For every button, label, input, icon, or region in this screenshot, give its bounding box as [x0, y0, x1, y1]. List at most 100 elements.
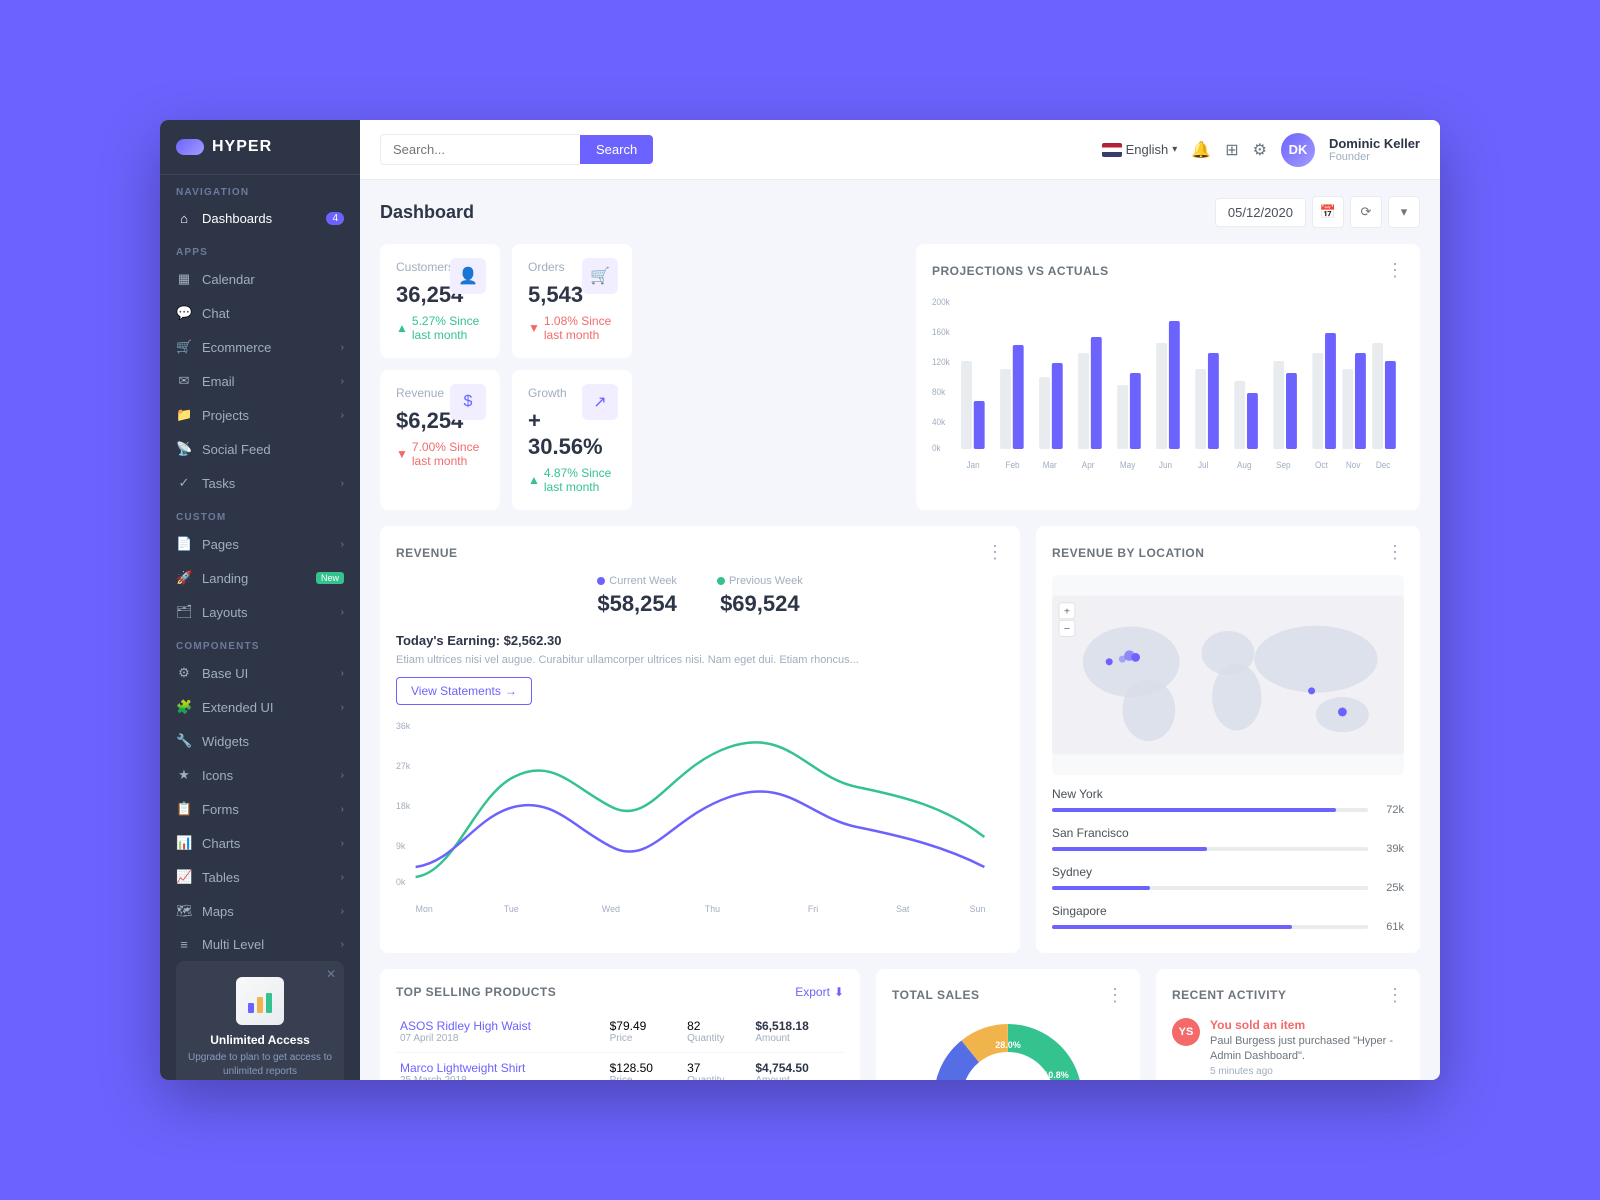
product-date: 25 March 2018 — [400, 1075, 602, 1081]
revenue-card: REVENUE ⋮ Current Week $58,254 — [380, 526, 1020, 953]
revenue-by-location-card: REVENUE BY LOCATION ⋮ — [1036, 526, 1420, 953]
sidebar-item-forms[interactable]: 📋 Forms › — [160, 792, 360, 826]
sidebar-logo: HYPER — [160, 120, 360, 175]
location-bar-bg — [1052, 886, 1368, 890]
current-week: Current Week $58,254 — [597, 575, 677, 617]
donut-chart: 28.0% 26.1% 35.0% 10.8% — [892, 1018, 1124, 1081]
chevron-right-icon: › — [341, 376, 344, 387]
sidebar-item-chat[interactable]: 💬 Chat — [160, 296, 360, 330]
view-statements-button[interactable]: View Statements → — [396, 677, 532, 705]
search-input[interactable] — [380, 134, 580, 165]
sidebar-item-label: Charts — [202, 836, 240, 851]
calendar-icon: ▦ — [176, 271, 192, 287]
world-map: + − — [1052, 575, 1404, 775]
sidebar-item-social-feed[interactable]: 📡 Social Feed — [160, 432, 360, 466]
previous-week-label: Previous Week — [717, 575, 803, 587]
sidebar-item-tasks[interactable]: ✓ Tasks › — [160, 466, 360, 500]
revenue-icon: $ — [450, 384, 486, 420]
location-value: 39k — [1376, 843, 1404, 855]
sidebar-item-projects[interactable]: 📁 Projects › — [160, 398, 360, 432]
sidebar-item-tables[interactable]: 📈 Tables › — [160, 860, 360, 894]
sidebar-item-base-ui[interactable]: ⚙ Base UI › — [160, 656, 360, 690]
main-area: Search English ▾ 🔔 ⊞ ⚙ DK Dominic Keller… — [360, 120, 1440, 1080]
current-week-dot — [597, 577, 605, 585]
sidebar-item-multilevel[interactable]: ≡ Multi Level › — [160, 928, 360, 961]
activity-avatar: YS — [1172, 1018, 1200, 1046]
projections-chart: 200k 160k 120k 80k 40k 0k — [932, 293, 1404, 493]
sidebar-section-apps: APPS — [160, 235, 360, 262]
revenue-menu-button[interactable]: ⋮ — [986, 542, 1004, 563]
email-icon: ✉ — [176, 373, 192, 389]
sidebar-item-calendar[interactable]: ▦ Calendar — [160, 262, 360, 296]
third-row: TOP SELLING PRODUCTS Export ⬇ ASOS Ridle… — [380, 969, 1420, 1081]
activity-menu-button[interactable]: ⋮ — [1386, 985, 1404, 1006]
chevron-right-icon: › — [341, 872, 344, 883]
sidebar-item-layouts[interactable]: 🗂 Layouts › — [160, 595, 360, 629]
activity-title: RECENT ACTIVITY — [1172, 988, 1286, 1002]
sidebar-item-email[interactable]: ✉ Email › — [160, 364, 360, 398]
sidebar-item-label: Tasks — [202, 476, 235, 491]
grid-icon[interactable]: ⊞ — [1225, 140, 1238, 160]
donut-menu-button[interactable]: ⋮ — [1106, 985, 1124, 1006]
upgrade-desc: Upgrade to plan to get access to unlimit… — [188, 1051, 332, 1079]
sidebar-section-navigation: NAVIGATION — [160, 175, 360, 202]
search-button[interactable]: Search — [580, 135, 653, 164]
refresh-button[interactable]: ⟳ — [1350, 196, 1382, 228]
location-bar-bg — [1052, 847, 1368, 851]
product-date: 07 April 2018 — [400, 1033, 602, 1044]
sidebar-item-ecommerce[interactable]: 🛒 Ecommerce › — [160, 330, 360, 364]
notifications-icon[interactable]: 🔔 — [1191, 140, 1211, 160]
svg-text:Feb: Feb — [1006, 460, 1020, 470]
location-bar-wrap: 72k — [1052, 804, 1404, 816]
svg-text:Fri: Fri — [808, 903, 818, 913]
bar-chart-svg: 200k 160k 120k 80k 40k 0k — [932, 293, 1404, 473]
sidebar-item-label: Tables — [202, 870, 240, 885]
top-products-card: TOP SELLING PRODUCTS Export ⬇ ASOS Ridle… — [380, 969, 860, 1081]
location-bar-fill — [1052, 886, 1150, 890]
upgrade-close-button[interactable]: ✕ — [326, 967, 336, 981]
recent-activity-card: RECENT ACTIVITY ⋮ YS You sold an item Pa… — [1156, 969, 1420, 1081]
sidebar-item-label: Icons — [202, 768, 233, 783]
product-name: Marco Lightweight Shirt — [400, 1061, 602, 1075]
sidebar-item-landing[interactable]: 🚀 Landing New — [160, 561, 360, 595]
sidebar-item-charts[interactable]: 📊 Charts › — [160, 826, 360, 860]
sidebar-item-widgets[interactable]: 🔧 Widgets — [160, 724, 360, 758]
stat-card-revenue: Revenue $6,254 ▼ 7.00% Since last month … — [380, 370, 500, 510]
chevron-right-icon: › — [341, 478, 344, 489]
projects-icon: 📁 — [176, 407, 192, 423]
revenue-weeks: Current Week $58,254 Previous Week $69,5… — [396, 575, 1004, 617]
svg-text:36k: 36k — [396, 720, 411, 730]
map-title: REVENUE BY LOCATION — [1052, 546, 1204, 560]
activity-header: RECENT ACTIVITY ⋮ — [1172, 985, 1404, 1006]
stat-change: ▲ 4.87% Since last month — [528, 466, 616, 494]
chart-header: PROJECTIONS VS ACTUALS ⋮ — [932, 260, 1404, 281]
location-bar-fill — [1052, 808, 1336, 812]
sidebar-item-pages[interactable]: 📄 Pages › — [160, 527, 360, 561]
map-menu-button[interactable]: ⋮ — [1386, 542, 1404, 563]
sidebar-item-extended-ui[interactable]: 🧩 Extended UI › — [160, 690, 360, 724]
forms-icon: 📋 — [176, 801, 192, 817]
chart-menu-button[interactable]: ⋮ — [1386, 260, 1404, 281]
up-arrow-icon: ▲ — [528, 473, 540, 487]
location-bar-wrap: 39k — [1052, 843, 1404, 855]
language-selector[interactable]: English ▾ — [1102, 142, 1178, 157]
sidebar-item-icons[interactable]: ★ Icons › — [160, 758, 360, 792]
date-controls: 05/12/2020 📅 ⟳ ▾ — [1215, 196, 1420, 228]
svg-text:Jun: Jun — [1159, 460, 1172, 470]
activity-item: YS You sold an item Paul Burgess just pu… — [1172, 1018, 1404, 1078]
amount-label: Amount — [755, 1033, 840, 1044]
filter-button[interactable]: ▾ — [1388, 196, 1420, 228]
export-button[interactable]: Export ⬇ — [795, 985, 844, 999]
svg-text:Sun: Sun — [970, 903, 986, 913]
settings-icon[interactable]: ⚙ — [1253, 140, 1267, 160]
products-header: TOP SELLING PRODUCTS Export ⬇ — [396, 985, 844, 999]
sidebar-item-maps[interactable]: 🗺 Maps › — [160, 894, 360, 928]
stat-change: ▼ 7.00% Since last month — [396, 440, 484, 468]
sidebar-item-dashboards[interactable]: ⌂ Dashboards 4 — [160, 202, 360, 235]
activity-content: You sold an item Paul Burgess just purch… — [1210, 1018, 1404, 1078]
total-sales-card: TOTAL SALES ⋮ — [876, 969, 1140, 1081]
sidebar-item-label: Landing — [202, 571, 248, 586]
svg-text:Tue: Tue — [504, 903, 519, 913]
calendar-button[interactable]: 📅 — [1312, 196, 1344, 228]
chevron-right-icon: › — [341, 906, 344, 917]
